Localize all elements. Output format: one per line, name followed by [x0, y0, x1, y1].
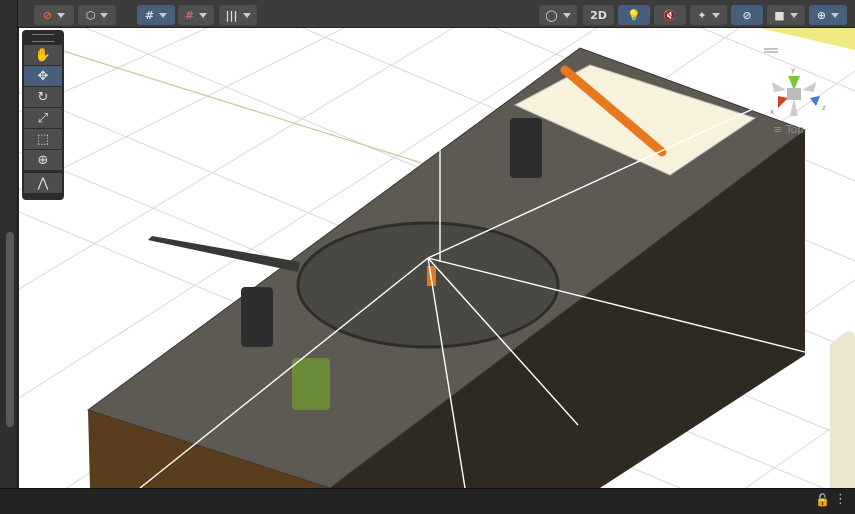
draw-mode-icon: ⊘	[42, 8, 53, 22]
scale-tool[interactable]: ⤢	[24, 108, 62, 128]
move-tool[interactable]: ✥	[24, 66, 62, 86]
draw-mode-button[interactable]: ⊘	[34, 5, 74, 25]
increment-snap-button[interactable]: |||	[219, 5, 257, 25]
side-object	[830, 331, 855, 488]
hidden-objects-toggle[interactable]: ⊘	[731, 5, 763, 25]
svg-text:z: z	[822, 104, 826, 112]
audio-toggle[interactable]: 🔇	[654, 5, 686, 25]
more-menu-icon[interactable]: ⋮	[834, 492, 847, 507]
lock-icon[interactable]: 🔓	[815, 493, 830, 507]
increment-snap-icon: |||	[225, 8, 238, 22]
cup	[510, 118, 542, 178]
green-cup	[292, 358, 330, 410]
cup	[241, 287, 273, 347]
view-label[interactable]: ≡ Top	[773, 123, 804, 136]
custom-tool[interactable]: ⋀	[24, 173, 62, 193]
move-icon: ✥	[37, 68, 49, 84]
orientation-gizmo[interactable]: y x z	[764, 46, 834, 126]
render-mode-icon: ◯	[545, 8, 558, 22]
status-bar: 🔓 ⋮	[0, 488, 855, 514]
drag-handle[interactable]	[32, 34, 54, 42]
shading-cube-icon: ⬡	[85, 8, 96, 22]
shading-button[interactable]: ⬡	[78, 5, 116, 25]
rect-icon: ⬚	[36, 131, 50, 147]
chevron-down-icon	[711, 12, 720, 18]
effects-button[interactable]: ✦	[690, 5, 727, 25]
chevron-down-icon	[100, 12, 109, 18]
svg-text:x: x	[770, 108, 774, 116]
chevron-down-icon	[159, 12, 168, 18]
chevron-down-icon	[562, 12, 571, 18]
chevron-down-icon	[242, 12, 251, 18]
chevron-down-icon	[199, 12, 208, 18]
gizmos-icon: ⊕	[816, 8, 827, 22]
grid-snap-icon: #	[144, 8, 155, 22]
audio-mute-icon: 🔇	[663, 8, 677, 22]
lighting-icon: 💡	[627, 8, 641, 22]
camera-icon: ■	[774, 8, 785, 22]
chevron-down-icon	[831, 12, 840, 18]
axis-gizmo-icon: y x z	[764, 48, 826, 116]
rotate-tool[interactable]: ↻	[24, 87, 62, 107]
transform-icon: ⊕	[37, 152, 49, 168]
lighting-toggle[interactable]: 💡	[618, 5, 650, 25]
snap-magnet-icon: #	[184, 8, 195, 22]
scene-viewport[interactable]: y x z	[19, 28, 855, 488]
render-mode-button[interactable]: ◯	[539, 5, 577, 25]
custom-tool-icon: ⋀	[37, 175, 49, 191]
hierarchy-panel-edge	[0, 0, 18, 488]
rect-tool[interactable]: ⬚	[24, 129, 62, 149]
view-label-text: Top	[785, 123, 805, 136]
scene-toolbar: ⊘ ⬡ # # ||| ◯ 2D 💡 🔇 ✦ ⊘ ■ ⊕	[18, 0, 855, 28]
grid-snap-button[interactable]: #	[137, 5, 175, 25]
transform-tool[interactable]: ⊕	[24, 150, 62, 170]
chevron-down-icon	[57, 12, 66, 18]
effects-icon: ✦	[697, 8, 707, 22]
svg-text:y: y	[791, 66, 795, 74]
hand-icon: ✋	[34, 47, 52, 63]
snap-button[interactable]: #	[178, 5, 214, 25]
gizmos-button[interactable]: ⊕	[809, 5, 847, 25]
chevron-down-icon	[789, 12, 798, 18]
scene-render	[19, 28, 855, 488]
scrollbar[interactable]	[6, 232, 14, 427]
hand-tool[interactable]: ✋	[24, 45, 62, 65]
scale-icon: ⤢	[37, 110, 49, 126]
hidden-objects-icon: ⊘	[742, 8, 752, 22]
camera-button[interactable]: ■	[767, 5, 805, 25]
rotate-icon: ↻	[37, 89, 49, 105]
2d-toggle[interactable]: 2D	[583, 5, 614, 25]
tools-overlay: ✋ ✥ ↻ ⤢ ⬚ ⊕ ⋀	[22, 30, 64, 200]
